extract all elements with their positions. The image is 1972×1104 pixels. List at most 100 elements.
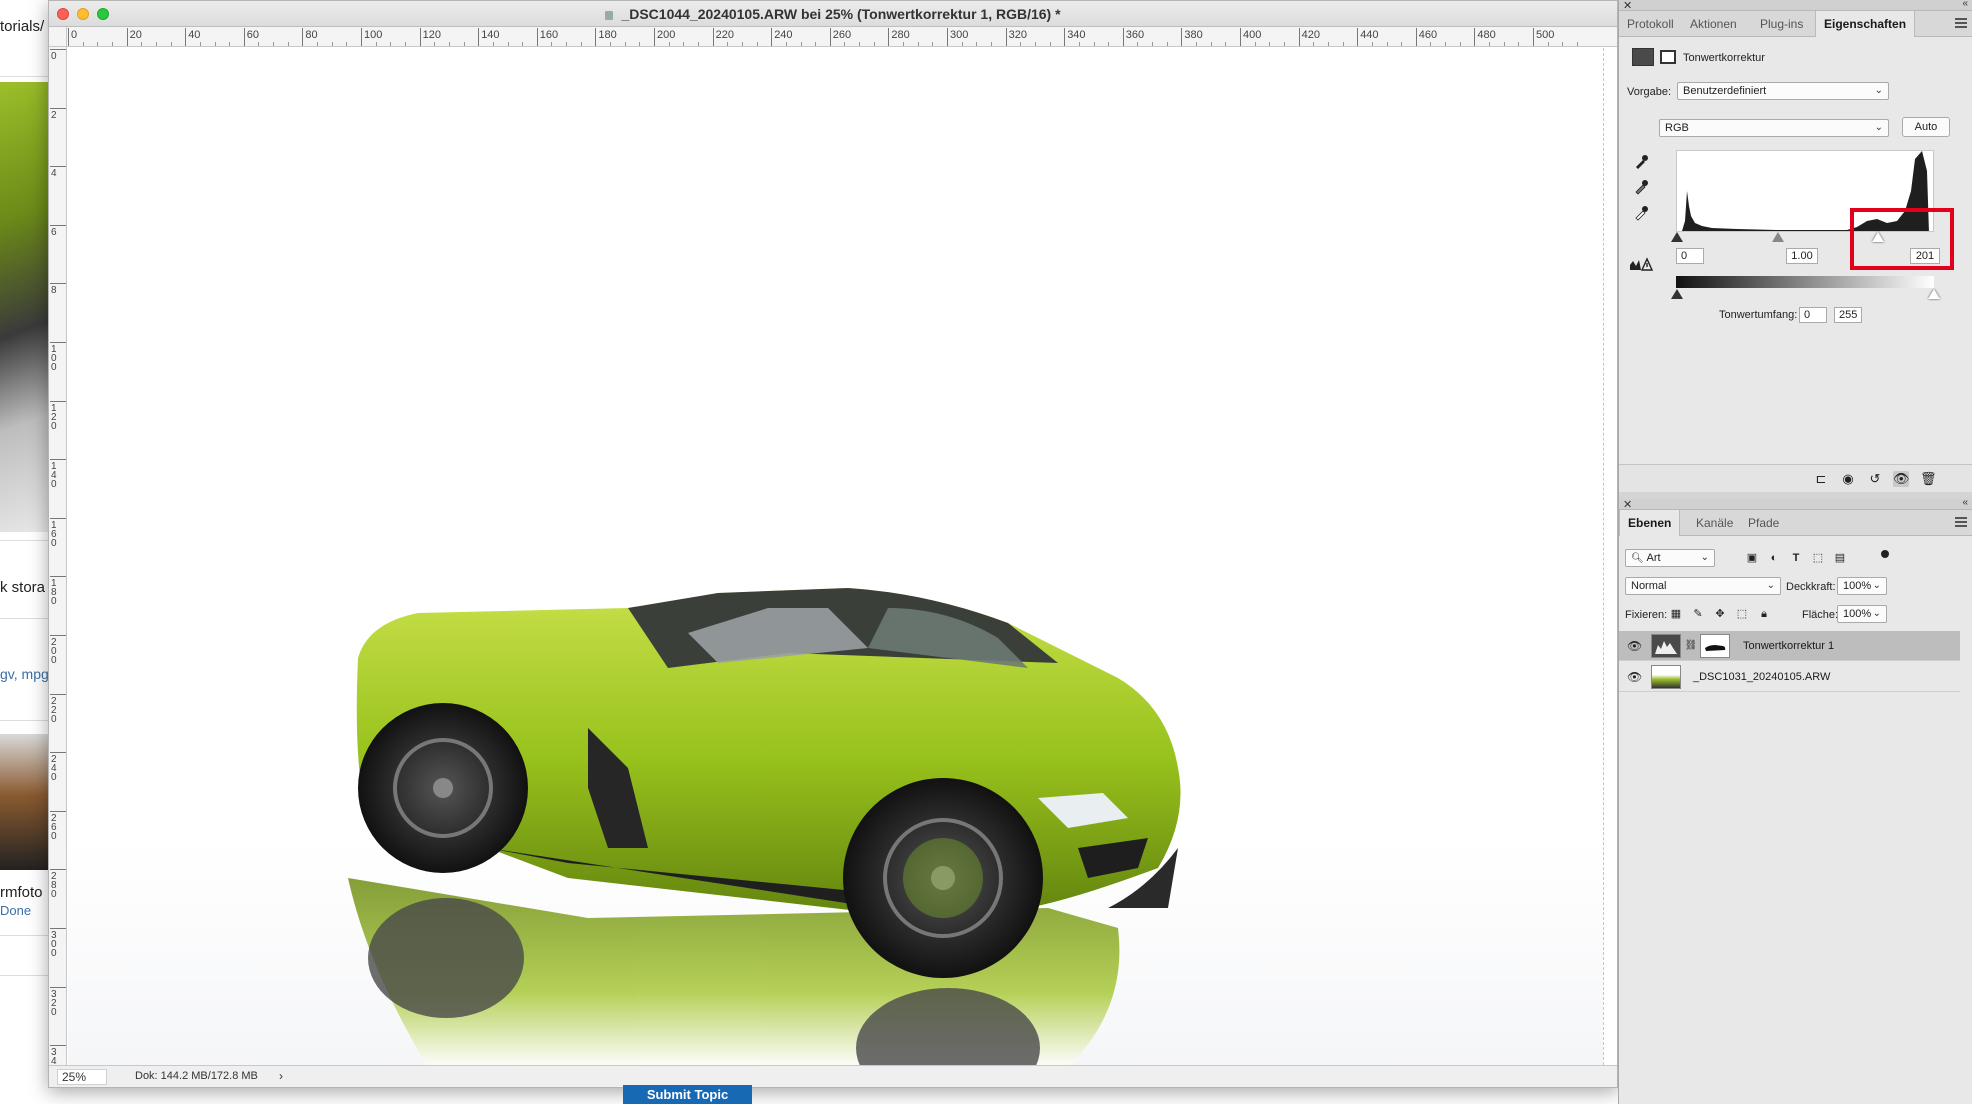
trash-icon[interactable]: 🗑	[1920, 471, 1937, 487]
submit-topic-button[interactable]: Submit Topic	[623, 1085, 752, 1104]
ruler-minor-tick	[859, 42, 861, 46]
ruler-minor-tick	[815, 42, 817, 46]
input-gamma-field[interactable]: 1.00	[1786, 248, 1818, 264]
levels-adjustment-icon[interactable]	[1632, 48, 1654, 66]
background-thumbnail[interactable]	[0, 734, 48, 870]
panel-topbar: ✕ «	[1619, 0, 1972, 12]
layer-filter-select[interactable]: 🔍︎ Art ⌄	[1625, 549, 1715, 567]
lock-artboard-icon[interactable]: ⬚	[1735, 607, 1749, 621]
lock-transparency-icon[interactable]: ▦	[1669, 607, 1683, 621]
layer-mask-thumbnail[interactable]	[1700, 634, 1730, 658]
tab-pfade[interactable]: Pfade	[1740, 510, 1787, 536]
ruler-major-tick	[712, 28, 714, 46]
layer-row[interactable]: 👁 _DSC1031_20240105.ARW	[1619, 662, 1960, 692]
panel-menu-icon[interactable]	[1955, 517, 1967, 527]
chevron-down-icon: ⌄	[1700, 552, 1709, 563]
panel-menu-icon[interactable]	[1955, 18, 1967, 28]
panel-topbar: ✕ «	[1619, 497, 1972, 511]
background-thumbnail[interactable]	[0, 82, 48, 532]
white-eyedropper-icon[interactable]	[1633, 205, 1649, 221]
image-filter-icon[interactable]: ▣	[1745, 551, 1759, 565]
clip-to-layer-icon[interactable]: ⊏	[1813, 471, 1829, 487]
horizontal-ruler[interactable]: 0 20 40 60 80 100 120 140 160 180 200 220 240 260 280 3…	[67, 27, 1617, 47]
channel-select[interactable]: RGB ⌄	[1659, 119, 1889, 137]
lock-position-icon[interactable]: ✥	[1713, 607, 1727, 621]
ruler-minor-tick	[258, 42, 260, 46]
layer-name[interactable]: Tonwertkorrektur 1	[1743, 640, 1834, 652]
reset-icon[interactable]: ↺	[1867, 471, 1883, 487]
background-text: torials/	[0, 18, 45, 35]
layer-visibility-eye-icon[interactable]: 👁	[1627, 639, 1642, 653]
input-black-slider[interactable]	[1671, 232, 1683, 242]
tab-protokoll[interactable]: Protokoll	[1619, 11, 1682, 37]
tab-kanaele[interactable]: Kanäle	[1688, 510, 1741, 536]
input-gamma-slider[interactable]	[1772, 232, 1784, 242]
chevron-down-icon: ⌄	[1874, 85, 1883, 96]
ruler-label: 440	[1360, 29, 1379, 41]
filter-toggle-icon[interactable]	[1881, 550, 1889, 558]
ruler-major-tick	[595, 28, 597, 46]
ruler-minor-tick	[741, 42, 743, 46]
collapse-icon[interactable]: «	[1962, 497, 1968, 508]
output-black-slider[interactable]	[1671, 289, 1683, 299]
ruler-major-tick	[50, 928, 66, 929]
output-white-field[interactable]: 255	[1834, 307, 1862, 323]
input-black-field[interactable]: 0	[1676, 248, 1704, 264]
ruler-label: 400	[1243, 29, 1262, 41]
mask-icon[interactable]	[1660, 50, 1676, 64]
ruler-major-tick	[50, 635, 66, 636]
tab-aktionen[interactable]: Aktionen	[1682, 11, 1745, 37]
vertical-ruler[interactable]: 0 2 4 6 8 1 0 0 1 2 0 1 4 0 1 6 0 1 8 0 2 0 0 2 2 0…	[49, 47, 67, 1065]
output-white-slider[interactable]	[1928, 289, 1940, 299]
tab-plugins[interactable]: Plug-ins	[1752, 11, 1811, 37]
tab-ebenen[interactable]: Ebenen	[1619, 510, 1681, 536]
black-eyedropper-icon[interactable]	[1633, 154, 1649, 170]
smart-object-filter-icon[interactable]: ▤	[1833, 551, 1847, 565]
image-canvas[interactable]	[68, 48, 1603, 1065]
visibility-eye-icon[interactable]: 👁	[1893, 471, 1910, 487]
adjustment-filter-icon[interactable]: ◐	[1767, 551, 1781, 565]
layer-visibility-eye-icon[interactable]: 👁	[1627, 670, 1642, 684]
lock-pixels-icon[interactable]: ✎	[1691, 607, 1705, 621]
ruler-minor-tick	[390, 42, 392, 46]
preset-select[interactable]: Benutzerdefiniert ⌄	[1677, 82, 1889, 100]
auto-button[interactable]: Auto	[1902, 117, 1950, 137]
ruler-major-tick	[50, 107, 66, 109]
background-link[interactable]: gv, mpg	[0, 666, 49, 682]
lock-all-icon[interactable]: 🔒︎	[1757, 607, 1771, 621]
preset-value: Benutzerdefiniert	[1683, 85, 1767, 97]
type-filter-icon[interactable]: T	[1789, 551, 1803, 565]
ruler-origin[interactable]	[49, 27, 67, 47]
ruler-minor-tick	[1196, 42, 1198, 46]
layer-row[interactable]: 👁 ⛓ Tonwertkorrektur 1	[1619, 631, 1960, 661]
zoom-field[interactable]: 25%	[57, 1069, 107, 1085]
document-window: _DSC1044_20240105.ARW bei 25% (Tonwertko…	[48, 0, 1618, 1088]
view-previous-icon[interactable]: ◉	[1840, 471, 1856, 487]
layer-name[interactable]: _DSC1031_20240105.ARW	[1693, 671, 1830, 683]
ruler-minor-tick	[639, 42, 641, 46]
tab-eigenschaften[interactable]: Eigenschaften	[1815, 11, 1916, 37]
clipping-warning-icon[interactable]	[1629, 257, 1654, 273]
ruler-label: 140	[481, 29, 500, 41]
ruler-minor-tick	[111, 42, 113, 46]
ruler-label: 200	[657, 29, 676, 41]
collapse-icon[interactable]: «	[1962, 0, 1968, 9]
document-titlebar[interactable]: _DSC1044_20240105.ARW bei 25% (Tonwertko…	[49, 1, 1617, 27]
ruler-minor-tick	[1166, 42, 1168, 46]
blend-mode-select[interactable]: Normal ⌄	[1625, 577, 1781, 595]
ruler-major-tick	[185, 28, 187, 46]
status-menu-arrow[interactable]: ›	[279, 1069, 283, 1083]
ruler-label: 2 0 0	[51, 637, 57, 666]
gray-eyedropper-icon[interactable]	[1633, 179, 1649, 195]
ruler-label: 380	[1184, 29, 1203, 41]
ruler-minor-tick	[214, 42, 216, 46]
opacity-field[interactable]: 100% ⌄	[1837, 577, 1887, 595]
document-size-info[interactable]: Dok: 144.2 MB/172.8 MB	[135, 1070, 258, 1082]
output-black-field[interactable]: 0	[1799, 307, 1827, 323]
ruler-minor-tick	[610, 42, 612, 46]
shape-filter-icon[interactable]: ⬚	[1811, 551, 1825, 565]
ruler-minor-tick	[1445, 42, 1447, 46]
ruler-minor-tick	[668, 42, 670, 46]
fill-field[interactable]: 100% ⌄	[1837, 605, 1887, 623]
link-icon[interactable]: ⛓	[1684, 639, 1698, 653]
